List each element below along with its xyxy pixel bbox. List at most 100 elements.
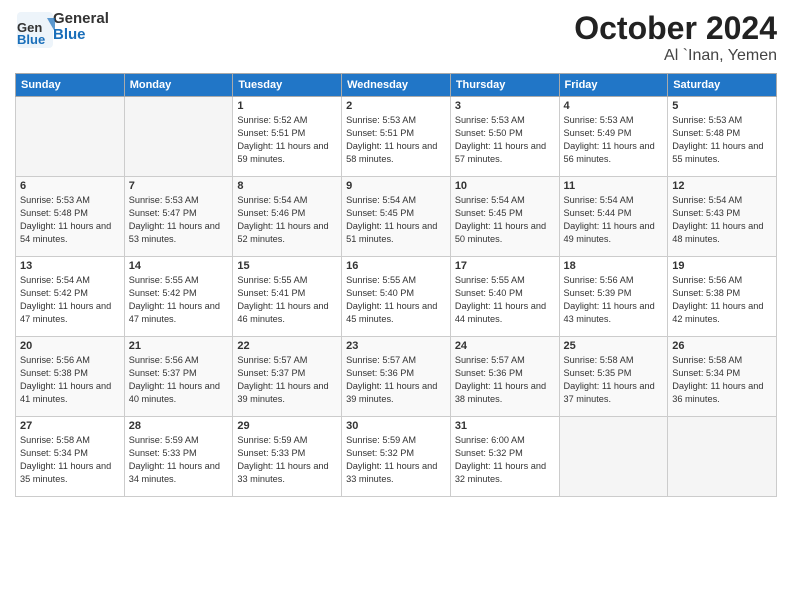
title-block: October 2024 Al `Inan, Yemen	[574, 10, 777, 65]
calendar-cell	[668, 417, 777, 497]
header-day-friday: Friday	[559, 74, 668, 97]
day-number: 16	[346, 260, 446, 272]
header-day-wednesday: Wednesday	[342, 74, 451, 97]
daylight-label: Daylight: 11 hours and 50 minutes.	[455, 221, 546, 244]
daylight-label: Daylight: 11 hours and 49 minutes.	[564, 221, 655, 244]
logo-blue-text: Blue	[53, 27, 109, 44]
day-number: 30	[346, 420, 446, 432]
sunset-label: Sunset: 5:32 PM	[346, 448, 414, 458]
sunset-label: Sunset: 5:48 PM	[20, 208, 88, 218]
day-info: Sunrise: 5:54 AM Sunset: 5:43 PM Dayligh…	[672, 194, 772, 246]
sunrise-label: Sunrise: 5:56 AM	[564, 275, 634, 285]
sunrise-label: Sunrise: 5:59 AM	[346, 435, 416, 445]
day-info: Sunrise: 5:53 AM Sunset: 5:51 PM Dayligh…	[346, 114, 446, 166]
daylight-label: Daylight: 11 hours and 43 minutes.	[564, 301, 655, 324]
header-day-tuesday: Tuesday	[233, 74, 342, 97]
daylight-label: Daylight: 11 hours and 44 minutes.	[455, 301, 546, 324]
sunset-label: Sunset: 5:37 PM	[237, 368, 305, 378]
sunset-label: Sunset: 5:43 PM	[672, 208, 740, 218]
sunset-label: Sunset: 5:32 PM	[455, 448, 523, 458]
daylight-label: Daylight: 11 hours and 42 minutes.	[672, 301, 763, 324]
day-info: Sunrise: 5:53 AM Sunset: 5:48 PM Dayligh…	[672, 114, 772, 166]
daylight-label: Daylight: 11 hours and 45 minutes.	[346, 301, 437, 324]
day-info: Sunrise: 5:59 AM Sunset: 5:33 PM Dayligh…	[237, 434, 337, 486]
day-info: Sunrise: 5:55 AM Sunset: 5:41 PM Dayligh…	[237, 274, 337, 326]
daylight-label: Daylight: 11 hours and 46 minutes.	[237, 301, 328, 324]
day-number: 29	[237, 420, 337, 432]
calendar-cell	[559, 417, 668, 497]
daylight-label: Daylight: 11 hours and 54 minutes.	[20, 221, 111, 244]
calendar-cell: 23 Sunrise: 5:57 AM Sunset: 5:36 PM Dayl…	[342, 337, 451, 417]
sunset-label: Sunset: 5:36 PM	[455, 368, 523, 378]
daylight-label: Daylight: 11 hours and 59 minutes.	[237, 141, 328, 164]
header-day-monday: Monday	[124, 74, 233, 97]
daylight-label: Daylight: 11 hours and 40 minutes.	[129, 381, 220, 404]
week-row-0: 1 Sunrise: 5:52 AM Sunset: 5:51 PM Dayli…	[16, 97, 777, 177]
calendar-cell: 3 Sunrise: 5:53 AM Sunset: 5:50 PM Dayli…	[450, 97, 559, 177]
sunset-label: Sunset: 5:36 PM	[346, 368, 414, 378]
page: Gen Blue General Blue October 2024 Al `I…	[0, 0, 792, 612]
sunset-label: Sunset: 5:50 PM	[455, 128, 523, 138]
sunrise-label: Sunrise: 5:53 AM	[564, 115, 634, 125]
daylight-label: Daylight: 11 hours and 34 minutes.	[129, 461, 220, 484]
month-title: October 2024	[574, 10, 777, 47]
sunrise-label: Sunrise: 5:56 AM	[20, 355, 90, 365]
day-info: Sunrise: 5:58 AM Sunset: 5:34 PM Dayligh…	[20, 434, 120, 486]
day-info: Sunrise: 5:57 AM Sunset: 5:36 PM Dayligh…	[455, 354, 555, 406]
day-info: Sunrise: 5:58 AM Sunset: 5:34 PM Dayligh…	[672, 354, 772, 406]
calendar-cell: 1 Sunrise: 5:52 AM Sunset: 5:51 PM Dayli…	[233, 97, 342, 177]
daylight-label: Daylight: 11 hours and 39 minutes.	[346, 381, 437, 404]
header-day-sunday: Sunday	[16, 74, 125, 97]
sunset-label: Sunset: 5:39 PM	[564, 288, 632, 298]
day-number: 4	[564, 100, 664, 112]
daylight-label: Daylight: 11 hours and 58 minutes.	[346, 141, 437, 164]
header-day-thursday: Thursday	[450, 74, 559, 97]
day-info: Sunrise: 5:59 AM Sunset: 5:33 PM Dayligh…	[129, 434, 229, 486]
calendar-cell: 12 Sunrise: 5:54 AM Sunset: 5:43 PM Dayl…	[668, 177, 777, 257]
calendar-cell: 5 Sunrise: 5:53 AM Sunset: 5:48 PM Dayli…	[668, 97, 777, 177]
day-info: Sunrise: 5:58 AM Sunset: 5:35 PM Dayligh…	[564, 354, 664, 406]
calendar-cell: 6 Sunrise: 5:53 AM Sunset: 5:48 PM Dayli…	[16, 177, 125, 257]
sunrise-label: Sunrise: 5:57 AM	[346, 355, 416, 365]
sunrise-label: Sunrise: 5:52 AM	[237, 115, 307, 125]
week-row-2: 13 Sunrise: 5:54 AM Sunset: 5:42 PM Dayl…	[16, 257, 777, 337]
calendar-cell: 21 Sunrise: 5:56 AM Sunset: 5:37 PM Dayl…	[124, 337, 233, 417]
sunset-label: Sunset: 5:44 PM	[564, 208, 632, 218]
calendar-cell	[124, 97, 233, 177]
calendar-cell: 18 Sunrise: 5:56 AM Sunset: 5:39 PM Dayl…	[559, 257, 668, 337]
sunrise-label: Sunrise: 5:56 AM	[129, 355, 199, 365]
day-number: 12	[672, 180, 772, 192]
day-number: 13	[20, 260, 120, 272]
day-info: Sunrise: 5:55 AM Sunset: 5:42 PM Dayligh…	[129, 274, 229, 326]
day-info: Sunrise: 5:56 AM Sunset: 5:39 PM Dayligh…	[564, 274, 664, 326]
calendar-cell: 13 Sunrise: 5:54 AM Sunset: 5:42 PM Dayl…	[16, 257, 125, 337]
calendar-cell: 19 Sunrise: 5:56 AM Sunset: 5:38 PM Dayl…	[668, 257, 777, 337]
sunset-label: Sunset: 5:45 PM	[346, 208, 414, 218]
day-number: 11	[564, 180, 664, 192]
sunset-label: Sunset: 5:37 PM	[129, 368, 197, 378]
day-number: 8	[237, 180, 337, 192]
day-number: 1	[237, 100, 337, 112]
daylight-label: Daylight: 11 hours and 56 minutes.	[564, 141, 655, 164]
sunset-label: Sunset: 5:47 PM	[129, 208, 197, 218]
sunrise-label: Sunrise: 5:55 AM	[237, 275, 307, 285]
daylight-label: Daylight: 11 hours and 37 minutes.	[564, 381, 655, 404]
day-info: Sunrise: 5:54 AM Sunset: 5:46 PM Dayligh…	[237, 194, 337, 246]
header-row: SundayMondayTuesdayWednesdayThursdayFrid…	[16, 74, 777, 97]
sunrise-label: Sunrise: 5:57 AM	[237, 355, 307, 365]
sunrise-label: Sunrise: 5:57 AM	[455, 355, 525, 365]
sunrise-label: Sunrise: 5:54 AM	[20, 275, 90, 285]
day-info: Sunrise: 5:57 AM Sunset: 5:36 PM Dayligh…	[346, 354, 446, 406]
sunset-label: Sunset: 5:34 PM	[672, 368, 740, 378]
sunset-label: Sunset: 5:33 PM	[237, 448, 305, 458]
sunset-label: Sunset: 5:42 PM	[20, 288, 88, 298]
sunset-label: Sunset: 5:49 PM	[564, 128, 632, 138]
daylight-label: Daylight: 11 hours and 41 minutes.	[20, 381, 111, 404]
day-info: Sunrise: 5:56 AM Sunset: 5:38 PM Dayligh…	[20, 354, 120, 406]
daylight-label: Daylight: 11 hours and 53 minutes.	[129, 221, 220, 244]
daylight-label: Daylight: 11 hours and 38 minutes.	[455, 381, 546, 404]
logo: Gen Blue General Blue	[15, 10, 109, 44]
day-number: 15	[237, 260, 337, 272]
daylight-label: Daylight: 11 hours and 39 minutes.	[237, 381, 328, 404]
week-row-1: 6 Sunrise: 5:53 AM Sunset: 5:48 PM Dayli…	[16, 177, 777, 257]
